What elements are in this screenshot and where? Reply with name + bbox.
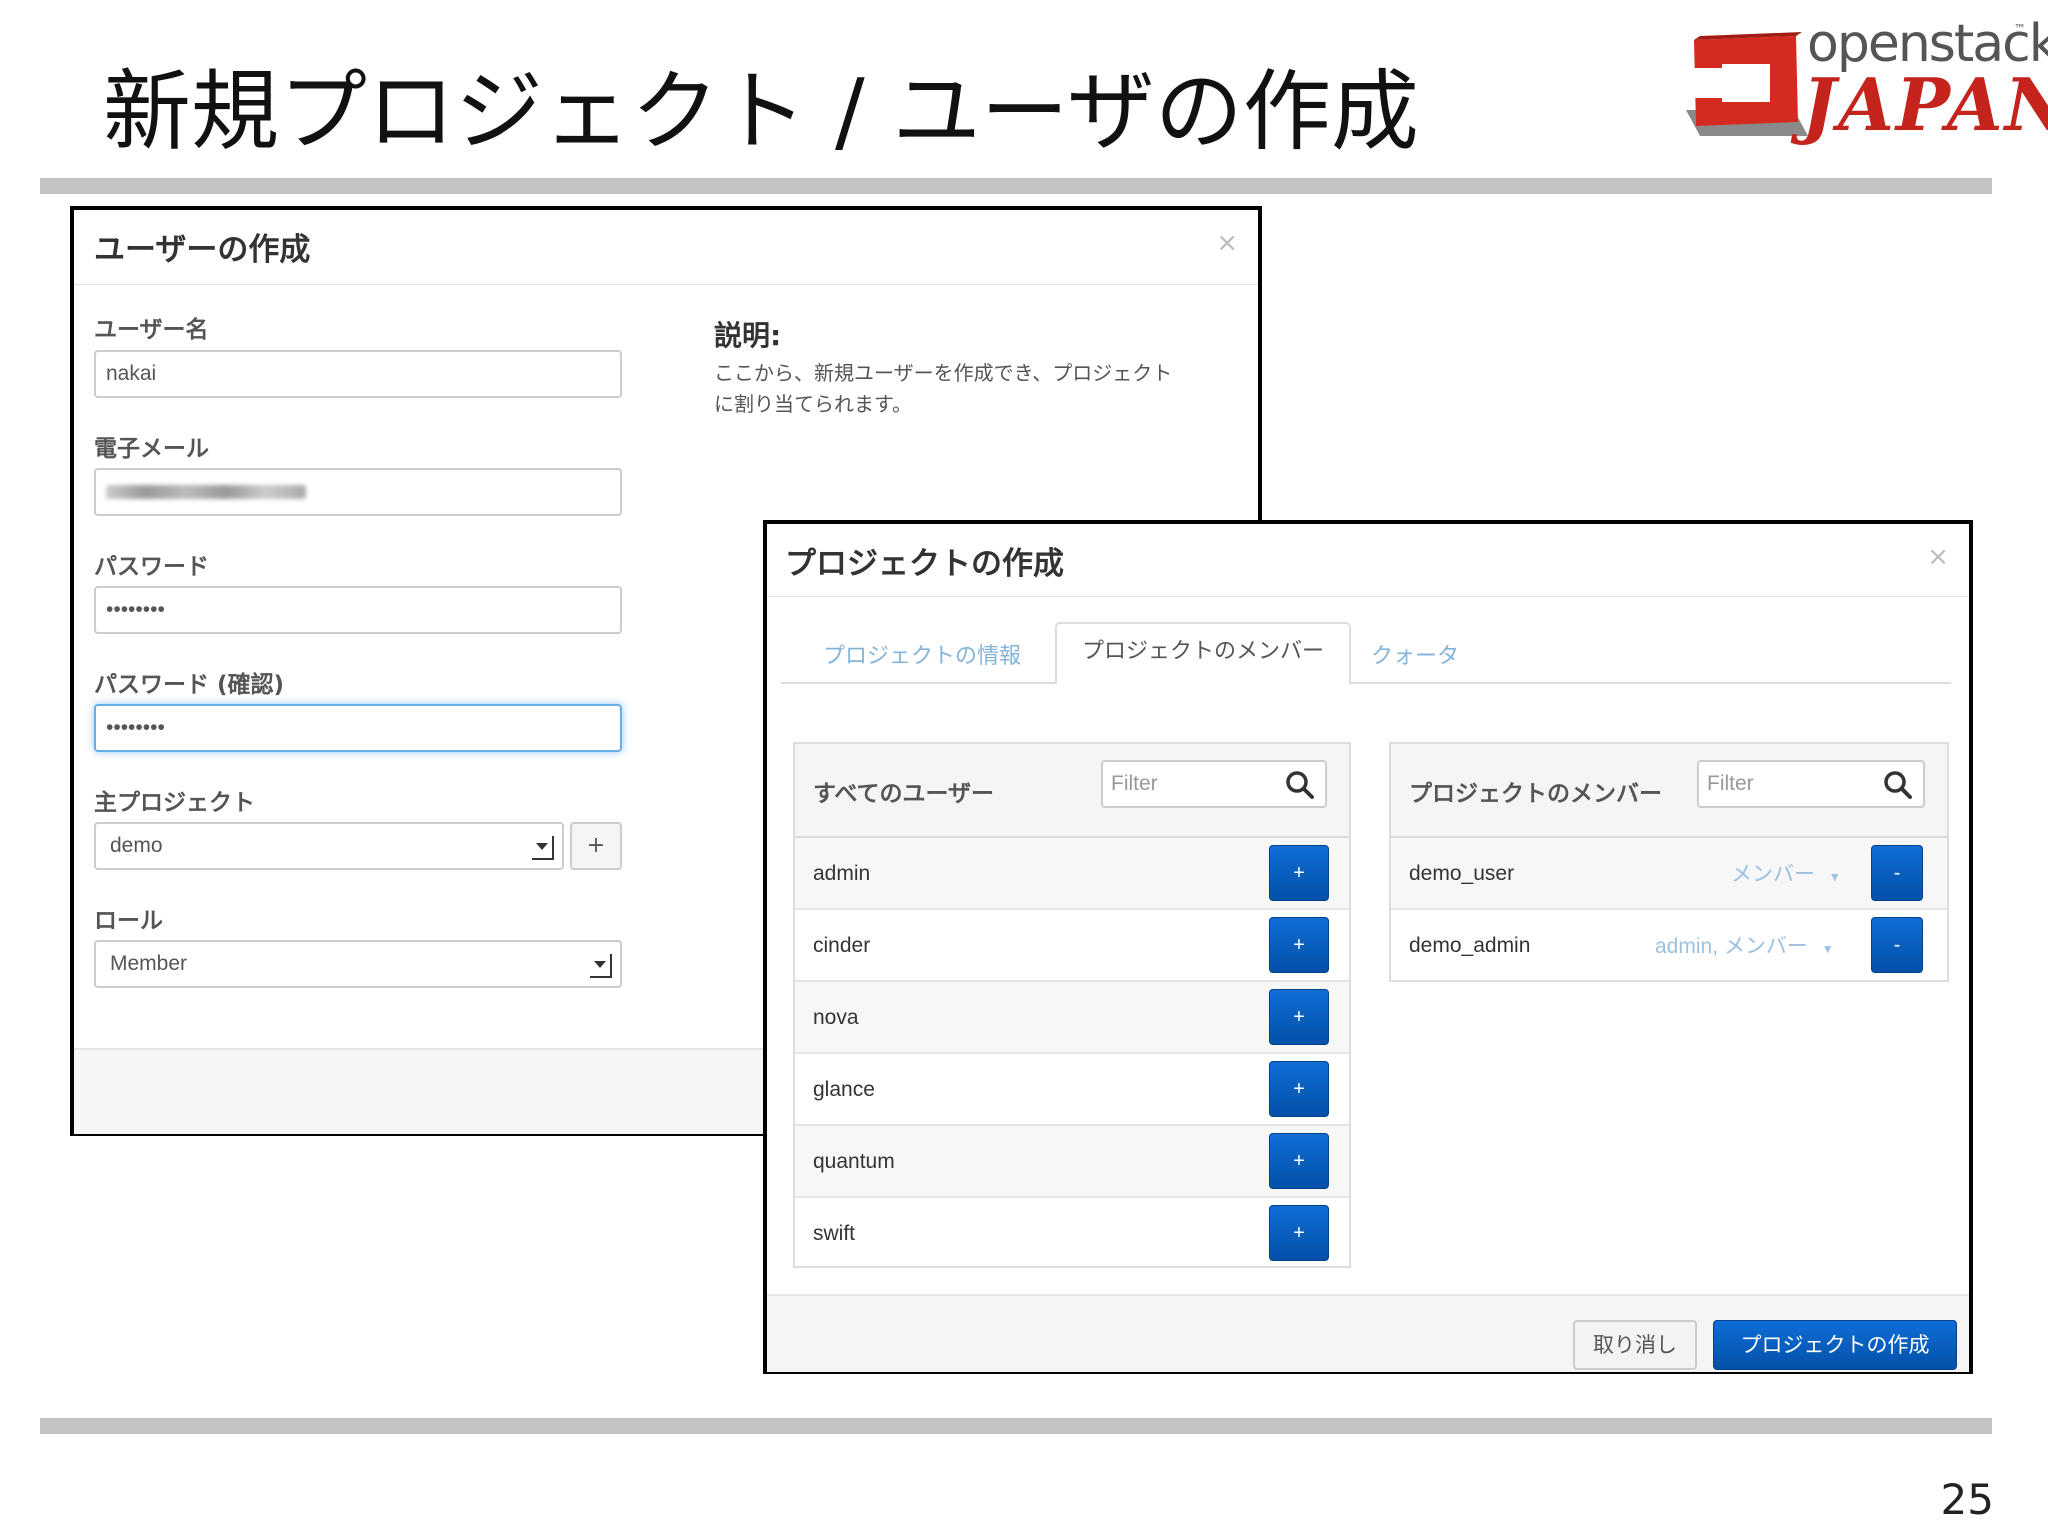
- member-name: demo_user: [1409, 862, 1515, 885]
- primary-project-value: demo: [110, 834, 163, 857]
- header-divider: [74, 284, 1258, 285]
- primary-project-select[interactable]: demo: [94, 822, 564, 870]
- panel-header: プロジェクトのメンバー Filter: [1391, 744, 1947, 838]
- user-name: nova: [813, 1006, 859, 1029]
- add-member-button[interactable]: +: [1269, 917, 1329, 973]
- list-item: cinder +: [795, 910, 1349, 982]
- list-item: nova +: [795, 982, 1349, 1054]
- panel-header: すべてのユーザー Filter: [795, 744, 1349, 838]
- openstack-logo-icon: [1686, 32, 1808, 136]
- caret-down-icon: ▼: [1821, 942, 1834, 956]
- email-input[interactable]: [94, 468, 622, 516]
- cancel-button[interactable]: 取り消し: [1573, 1320, 1697, 1370]
- add-member-button[interactable]: +: [1269, 1061, 1329, 1117]
- project-members-panel: プロジェクトのメンバー Filter demo_user メンバー ▼ - de…: [1389, 742, 1949, 982]
- filter-placeholder: Filter: [1111, 772, 1158, 795]
- close-icon[interactable]: ×: [1216, 228, 1238, 258]
- user-name: admin: [813, 862, 871, 885]
- panel-title: すべてのユーザー: [813, 781, 995, 807]
- remove-member-button[interactable]: -: [1871, 845, 1923, 901]
- dialog-title: ユーザーの作成: [94, 232, 311, 268]
- list-item: demo_user メンバー ▼ -: [1391, 838, 1947, 910]
- blurred-email: [106, 485, 306, 499]
- username-input[interactable]: nakai: [94, 350, 622, 398]
- password-input[interactable]: ••••••••: [94, 586, 622, 634]
- list-item: swift +: [795, 1198, 1349, 1270]
- slide-title: 新規プロジェクト / ユーザの作成: [103, 60, 1419, 163]
- filter-placeholder: Filter: [1707, 772, 1754, 795]
- description-line: に割り当てられます。: [714, 392, 912, 416]
- list-item: demo_admin admin, メンバー ▼ -: [1391, 910, 1947, 982]
- add-member-button[interactable]: +: [1269, 1205, 1329, 1261]
- user-name: cinder: [813, 934, 871, 957]
- tab-project-members[interactable]: プロジェクトのメンバー: [1055, 622, 1351, 684]
- dialog-title: プロジェクトの作成: [785, 546, 1064, 582]
- all-users-list: admin + cinder + nova + glance + quantum…: [795, 838, 1349, 1270]
- member-role-dropdown[interactable]: admin, メンバー ▼: [1655, 930, 1834, 960]
- user-name: quantum: [813, 1150, 895, 1173]
- logo-text-japan: JAPAN: [1802, 62, 2048, 147]
- password-label: パスワード: [94, 554, 209, 580]
- list-item: glance +: [795, 1054, 1349, 1126]
- member-role: admin, メンバー: [1655, 935, 1808, 958]
- panel-title: プロジェクトのメンバー: [1409, 781, 1662, 807]
- role-select[interactable]: Member: [94, 940, 622, 988]
- remove-member-button[interactable]: -: [1871, 917, 1923, 973]
- filter-input[interactable]: Filter: [1697, 760, 1925, 808]
- select-arrow-icon: [532, 836, 554, 860]
- list-item: quantum +: [795, 1126, 1349, 1198]
- user-name: glance: [813, 1078, 875, 1101]
- email-label: 電子メール: [94, 436, 209, 462]
- member-role-dropdown[interactable]: メンバー ▼: [1731, 858, 1841, 888]
- username-label: ユーザー名: [94, 317, 209, 343]
- project-members-list: demo_user メンバー ▼ - demo_admin admin, メンバ…: [1391, 838, 1947, 982]
- create-project-button[interactable]: プロジェクトの作成: [1713, 1320, 1957, 1370]
- search-icon[interactable]: [1883, 770, 1913, 800]
- select-arrow-icon: [590, 954, 612, 978]
- caret-down-icon: ▼: [1828, 870, 1841, 884]
- password-confirm-input[interactable]: ••••••••: [94, 704, 622, 752]
- member-role: メンバー: [1731, 863, 1815, 886]
- description-line: ここから、新規ユーザーを作成でき、プロジェクト: [714, 361, 1173, 385]
- password-confirm-label: パスワード (確認): [94, 672, 285, 698]
- tabs-baseline: [781, 682, 1951, 684]
- add-member-button[interactable]: +: [1269, 989, 1329, 1045]
- tab-project-info[interactable]: プロジェクトの情報: [823, 638, 1021, 670]
- list-item: admin +: [795, 838, 1349, 910]
- role-value: Member: [110, 952, 188, 975]
- user-name: swift: [813, 1222, 855, 1245]
- close-icon[interactable]: ×: [1927, 542, 1949, 572]
- primary-project-label: 主プロジェクト: [94, 790, 255, 816]
- top-divider: [40, 178, 1992, 194]
- page-number: 25: [1940, 1475, 1994, 1524]
- bottom-divider: [40, 1418, 1992, 1434]
- header-divider: [767, 596, 1969, 597]
- create-project-dialog: プロジェクトの作成 × プロジェクトの情報 プロジェクトのメンバー クォータ す…: [763, 520, 1973, 1374]
- add-project-button[interactable]: +: [570, 822, 622, 870]
- description-title: 説明:: [714, 319, 782, 352]
- role-label: ロール: [94, 908, 163, 934]
- add-member-button[interactable]: +: [1269, 1133, 1329, 1189]
- filter-input[interactable]: Filter: [1101, 760, 1327, 808]
- description-text: ここから、新規ユーザーを作成でき、プロジェクト に割り当てられます。: [714, 358, 1172, 420]
- logo-trademark: ™: [2014, 22, 2026, 36]
- add-member-button[interactable]: +: [1269, 845, 1329, 901]
- member-name: demo_admin: [1409, 934, 1531, 957]
- search-icon[interactable]: [1285, 770, 1315, 800]
- all-users-panel: すべてのユーザー Filter admin + cinder + nova +: [793, 742, 1351, 1268]
- tab-quota[interactable]: クォータ: [1371, 638, 1459, 670]
